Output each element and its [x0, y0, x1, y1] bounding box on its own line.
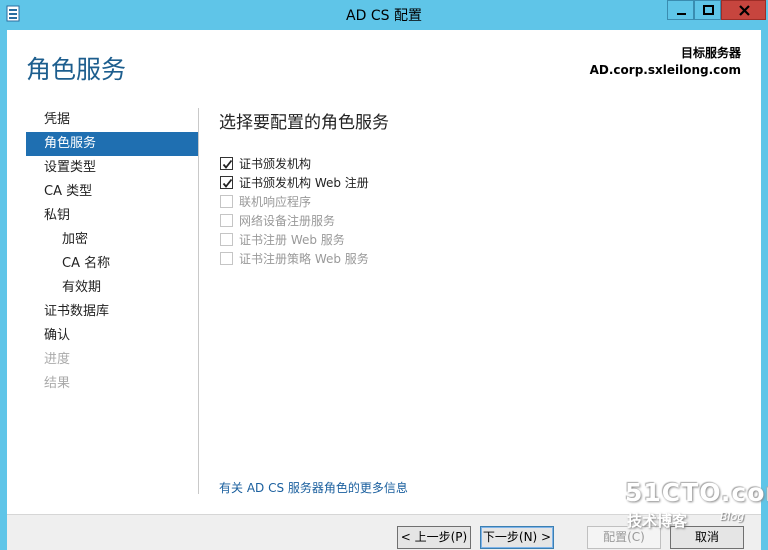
- option-ca-web-enrollment[interactable]: 证书颁发机构 Web 注册: [220, 173, 369, 192]
- option-cert-enrollment-policy-web-service: 证书注册策略 Web 服务: [220, 249, 369, 268]
- option-online-responder: 联机响应程序: [220, 192, 369, 211]
- checkbox-checked-icon[interactable]: [220, 176, 233, 189]
- checkbox-unchecked-icon: [220, 252, 233, 265]
- checkbox-checked-icon[interactable]: [220, 157, 233, 170]
- checkbox-unchecked-icon: [220, 195, 233, 208]
- watermark-logo: 51CTO.com: [625, 478, 768, 507]
- maximize-icon: [703, 5, 714, 15]
- target-server-label: 目标服务器: [680, 46, 741, 60]
- more-info-link[interactable]: 有关 AD CS 服务器角色的更多信息: [219, 479, 408, 496]
- close-button[interactable]: [721, 0, 766, 20]
- wizard-body: 角色服务 目标服务器 AD.corp.sxleilong.com 凭据 角色服务…: [7, 30, 761, 550]
- next-button[interactable]: 下一步(N) >: [480, 526, 554, 549]
- role-services-list: 证书颁发机构 证书颁发机构 Web 注册 联机响应程序 网络设备注册服务 证书注…: [220, 154, 369, 268]
- option-certification-authority[interactable]: 证书颁发机构: [220, 154, 369, 173]
- nav-item-private-key[interactable]: 私钥: [26, 204, 198, 228]
- wizard-nav: 凭据 角色服务 设置类型 CA 类型 私钥 加密 CA 名称 有效期 证书数据库…: [26, 108, 198, 396]
- option-network-device-enrollment: 网络设备注册服务: [220, 211, 369, 230]
- nav-item-progress: 进度: [44, 352, 71, 367]
- option-label: 证书颁发机构 Web 注册: [239, 176, 369, 190]
- target-server-value: AD.corp.sxleilong.com: [589, 63, 741, 77]
- window-title: AD CS 配置: [346, 8, 422, 24]
- nav-item-validity-period[interactable]: 有效期: [26, 276, 198, 300]
- minimize-button[interactable]: [667, 0, 694, 20]
- option-label: 网络设备注册服务: [239, 214, 336, 228]
- option-label: 联机响应程序: [239, 195, 312, 209]
- nav-item-role-services[interactable]: 角色服务: [26, 132, 198, 156]
- nav-divider: [198, 108, 199, 494]
- checkbox-unchecked-icon: [220, 233, 233, 246]
- option-cert-enrollment-web-service: 证书注册 Web 服务: [220, 230, 369, 249]
- nav-item-credentials[interactable]: 凭据: [26, 108, 198, 132]
- nav-item-results: 结果: [44, 376, 71, 391]
- watermark-blog: Blog: [720, 510, 745, 523]
- nav-item-ca-type[interactable]: CA 类型: [26, 180, 198, 204]
- maximize-button[interactable]: [694, 0, 721, 20]
- option-label: 证书颁发机构: [239, 157, 312, 171]
- nav-item-certificate-database[interactable]: 证书数据库: [26, 300, 198, 324]
- nav-item-cryptography[interactable]: 加密: [26, 228, 198, 252]
- close-icon: [739, 5, 750, 16]
- option-label: 证书注册策略 Web 服务: [239, 252, 369, 266]
- page-title: 角色服务: [26, 55, 127, 84]
- watermark-subtitle: 技术博客: [627, 512, 688, 530]
- watermark: 51CTO.com 技术博客 Blog: [625, 478, 768, 538]
- checkbox-unchecked-icon: [220, 214, 233, 227]
- option-label: 证书注册 Web 服务: [239, 233, 345, 247]
- title-bar[interactable]: AD CS 配置: [0, 0, 768, 30]
- nav-item-ca-name[interactable]: CA 名称: [26, 252, 198, 276]
- minimize-icon: [677, 13, 686, 15]
- nav-item-setup-type[interactable]: 设置类型: [26, 156, 198, 180]
- content-heading: 选择要配置的角色服务: [219, 113, 389, 133]
- previous-button[interactable]: < 上一步(P): [397, 526, 471, 549]
- nav-item-confirmation[interactable]: 确认: [26, 324, 198, 348]
